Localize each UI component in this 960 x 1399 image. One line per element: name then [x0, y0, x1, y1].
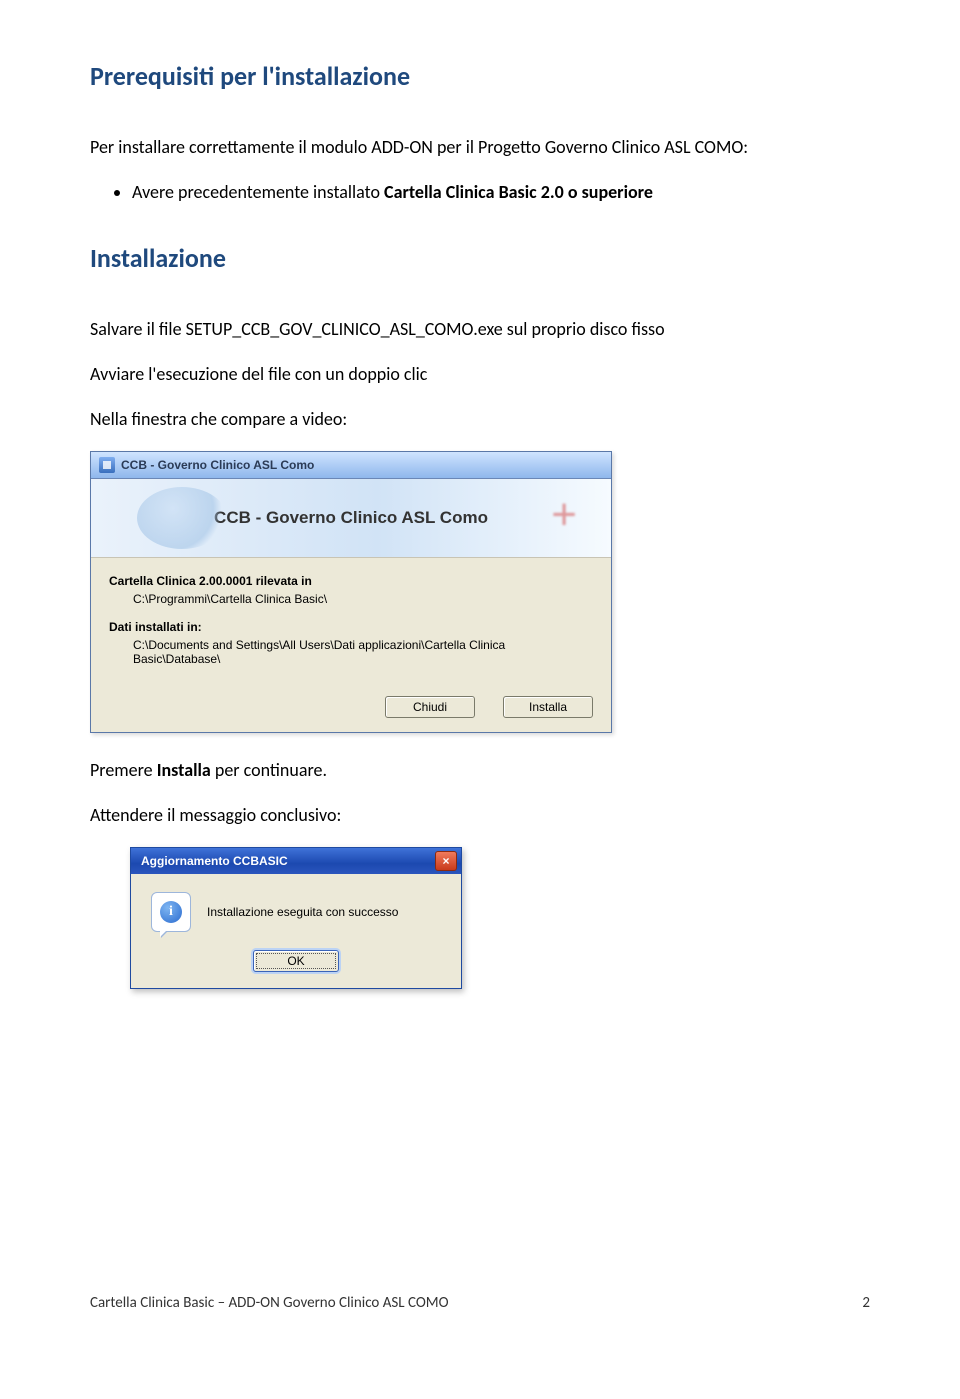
- paragraph-press-install: Premere Installa per continuare.: [90, 757, 870, 784]
- messagebox-dialog: Aggiornamento CCBASIC × i Installazione …: [130, 847, 462, 989]
- messagebox-text: Installazione eseguita con successo: [207, 905, 398, 919]
- dialog-titlebar: CCB - Governo Clinico ASL Como: [91, 452, 611, 479]
- dialog-banner: + CCB - Governo Clinico ASL Como: [91, 479, 611, 558]
- close-icon[interactable]: ×: [435, 851, 457, 871]
- messagebox-body: i Installazione eseguita con successo: [131, 874, 461, 944]
- heading-installation: Installazione: [90, 242, 870, 274]
- ok-button[interactable]: OK: [253, 950, 339, 972]
- dialog-actions: Chiudi Installa: [91, 688, 611, 732]
- info-icon: i: [151, 892, 191, 932]
- paragraph-wait-message: Attendere il messaggio conclusivo:: [90, 802, 870, 829]
- text-bold-installa: Installa: [157, 759, 211, 781]
- banner-title: CCB - Governo Clinico ASL Como: [214, 508, 488, 528]
- heading-prerequisites: Prerequisiti per l'installazione: [90, 60, 870, 92]
- text-post: per continuare.: [211, 759, 327, 781]
- bullet-text-bold: Cartella Clinica Basic 2.0 o superiore: [384, 181, 653, 203]
- app-icon: [99, 457, 115, 473]
- detected-label: Cartella Clinica 2.00.0001 rilevata in: [109, 574, 593, 588]
- page-footer: Cartella Clinica Basic – ADD-ON Governo …: [90, 1294, 870, 1312]
- page-number: 2: [862, 1294, 870, 1312]
- paragraph-intro: Per installare correttamente il modulo A…: [90, 134, 870, 161]
- data-installed-path: C:\Documents and Settings\All Users\Dati…: [109, 634, 593, 674]
- list-item: Avere precedentemente installato Cartell…: [132, 179, 870, 206]
- plus-icon: +: [551, 493, 577, 537]
- dialog-title: CCB - Governo Clinico ASL Como: [121, 458, 314, 472]
- installer-dialog: CCB - Governo Clinico ASL Como + CCB - G…: [90, 451, 612, 733]
- bullet-text-pre: Avere precedentemente installato: [132, 181, 384, 203]
- messagebox-titlebar: Aggiornamento CCBASIC ×: [131, 848, 461, 874]
- prereq-list: Avere precedentemente installato Cartell…: [90, 179, 870, 206]
- paragraph-run-file: Avviare l'esecuzione del file con un dop…: [90, 361, 870, 388]
- messagebox-actions: OK: [131, 944, 461, 988]
- install-button[interactable]: Installa: [503, 696, 593, 718]
- dialog-body: Cartella Clinica 2.00.0001 rilevata in C…: [91, 558, 611, 688]
- paragraph-window-appears: Nella finestra che compare a video:: [90, 406, 870, 433]
- messagebox-title: Aggiornamento CCBASIC: [141, 854, 288, 868]
- detected-path: C:\Programmi\Cartella Clinica Basic\: [109, 588, 593, 614]
- banner-decoration: [137, 487, 227, 549]
- data-installed-label: Dati installati in:: [109, 620, 593, 634]
- text-pre: Premere: [90, 759, 157, 781]
- paragraph-save-file: Salvare il file SETUP_CCB_GOV_CLINICO_AS…: [90, 316, 870, 343]
- footer-text: Cartella Clinica Basic – ADD-ON Governo …: [90, 1294, 449, 1312]
- close-button[interactable]: Chiudi: [385, 696, 475, 718]
